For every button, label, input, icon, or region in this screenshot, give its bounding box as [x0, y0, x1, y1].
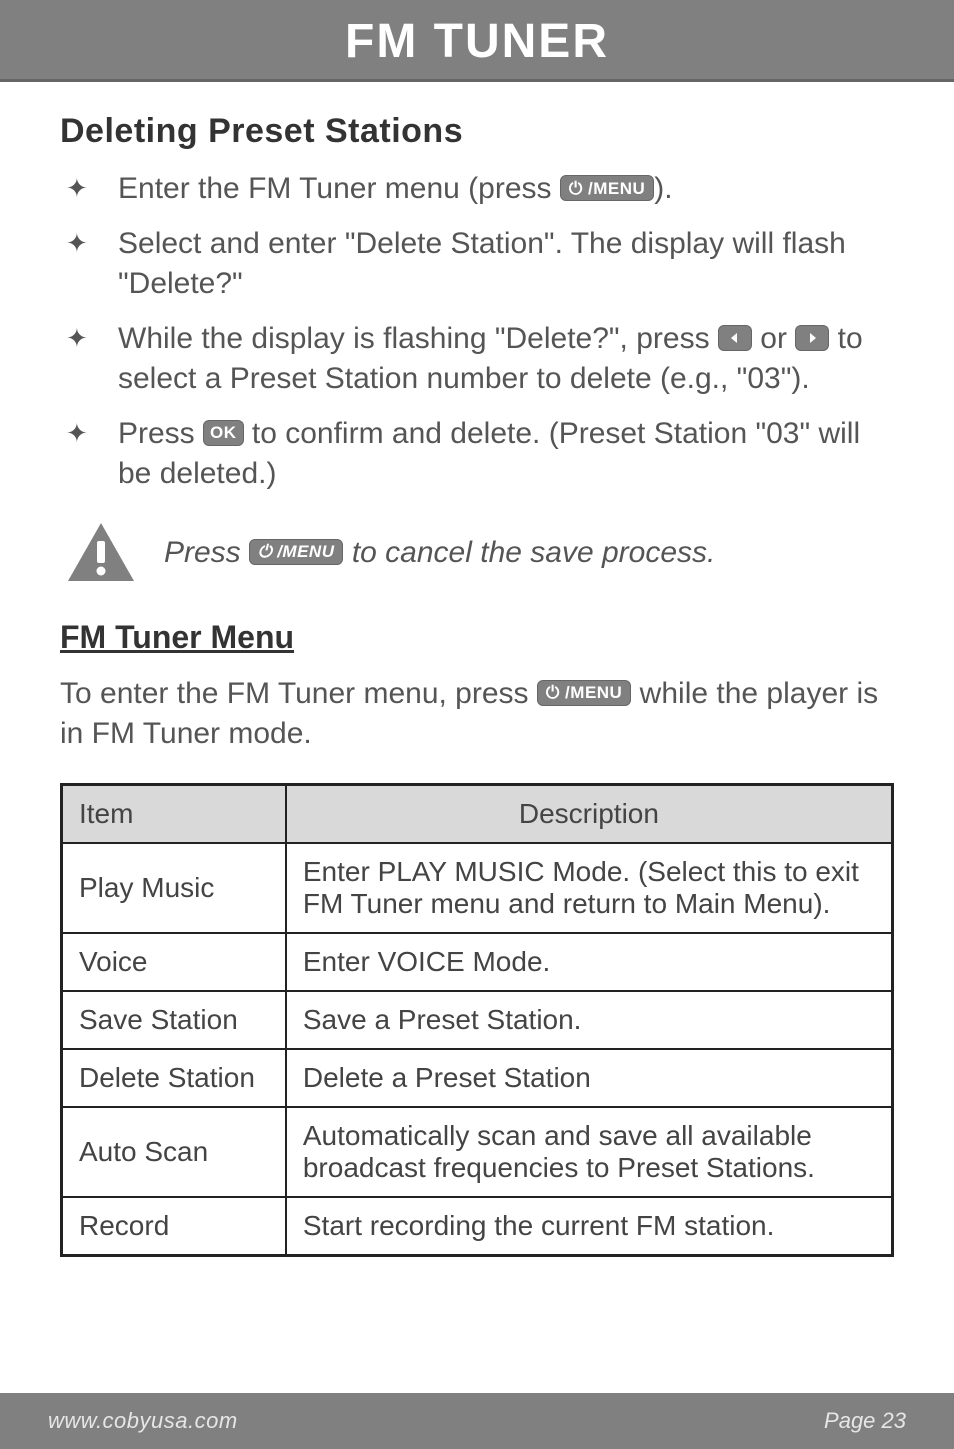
bullet-item: ✦ Select and enter "Delete Station". The… — [60, 224, 894, 305]
star-icon: ✦ — [60, 169, 118, 206]
text-fragment: ). — [654, 172, 672, 205]
cell-item: Save Station — [62, 991, 286, 1049]
bullet-text: While the display is flashing "Delete?",… — [118, 319, 894, 400]
cell-item: Auto Scan — [62, 1107, 286, 1197]
table-row: Record Start recording the current FM st… — [62, 1197, 893, 1256]
text-fragment: Press — [118, 417, 203, 450]
text-fragment: or — [752, 322, 795, 355]
text-fragment: To enter the FM Tuner menu, press — [60, 677, 537, 710]
cell-item: Delete Station — [62, 1049, 286, 1107]
cell-desc: Start recording the current FM station. — [286, 1197, 893, 1256]
table-row: Play Music Enter PLAY MUSIC Mode. (Selec… — [62, 843, 893, 933]
left-key-icon — [718, 325, 752, 351]
page-header: FM TUNER — [0, 0, 954, 82]
warning-icon — [66, 521, 136, 585]
power-menu-key-icon: ⏻ /MENU — [560, 175, 654, 201]
footer-bar: www.cobyusa.com Page 23 — [0, 1393, 954, 1449]
cell-desc: Delete a Preset Station — [286, 1049, 893, 1107]
note-text: Press ⏻ /MENU to cancel the save process… — [164, 536, 715, 570]
cell-item: Play Music — [62, 843, 286, 933]
cell-desc: Automatically scan and save all availabl… — [286, 1107, 893, 1197]
star-icon: ✦ — [60, 414, 118, 451]
bullet-text: Enter the FM Tuner menu (press ⏻ /MENU). — [118, 169, 894, 210]
text-fragment: While the display is flashing "Delete?",… — [118, 322, 718, 355]
table-header-row: Item Description — [62, 784, 893, 843]
bullet-text: Press OK to confirm and delete. (Preset … — [118, 414, 894, 495]
footer-page: Page 23 — [824, 1408, 906, 1434]
text-fragment: to cancel the save process. — [343, 536, 715, 569]
star-icon: ✦ — [60, 224, 118, 261]
bullet-text: Select and enter "Delete Station". The d… — [118, 224, 894, 305]
cell-desc: Enter VOICE Mode. — [286, 933, 893, 991]
cell-item: Voice — [62, 933, 286, 991]
menu-table: Item Description Play Music Enter PLAY M… — [60, 783, 894, 1257]
key-label: OK — [210, 424, 237, 441]
cell-desc: Save a Preset Station. — [286, 991, 893, 1049]
bullet-list: ✦ Enter the FM Tuner menu (press ⏻ /MENU… — [60, 169, 894, 495]
section-heading-fm-menu: FM Tuner Menu — [60, 619, 894, 656]
text-fragment: Enter the FM Tuner menu (press — [118, 172, 560, 205]
key-label: ⏻ /MENU — [546, 684, 622, 701]
power-menu-key-icon: ⏻ /MENU — [249, 539, 343, 565]
text-fragment: Press — [164, 536, 249, 569]
table-row: Voice Enter VOICE Mode. — [62, 933, 893, 991]
star-icon: ✦ — [60, 319, 118, 356]
bullet-item: ✦ While the display is flashing "Delete?… — [60, 319, 894, 400]
subheading-deleting: Deleting Preset Stations — [60, 112, 894, 151]
key-label: ⏻ /MENU — [258, 543, 334, 560]
cell-item: Record — [62, 1197, 286, 1256]
table-row: Save Station Save a Preset Station. — [62, 991, 893, 1049]
key-label: ⏻ /MENU — [569, 180, 645, 197]
power-menu-key-icon: ⏻ /MENU — [537, 680, 631, 706]
bullet-item: ✦ Press OK to confirm and delete. (Prese… — [60, 414, 894, 495]
note-row: Press ⏻ /MENU to cancel the save process… — [66, 521, 894, 585]
bullet-item: ✦ Enter the FM Tuner menu (press ⏻ /MENU… — [60, 169, 894, 210]
content-area: Deleting Preset Stations ✦ Enter the FM … — [0, 82, 954, 1257]
page-title: FM TUNER — [345, 15, 609, 68]
intro-text: To enter the FM Tuner menu, press ⏻ /MEN… — [60, 674, 894, 755]
cell-desc: Enter PLAY MUSIC Mode. (Select this to e… — [286, 843, 893, 933]
footer-url: www.cobyusa.com — [48, 1408, 238, 1434]
table-row: Delete Station Delete a Preset Station — [62, 1049, 893, 1107]
table-row: Auto Scan Automatically scan and save al… — [62, 1107, 893, 1197]
col-header-desc: Description — [286, 784, 893, 843]
right-key-icon — [795, 325, 829, 351]
ok-key-icon: OK — [203, 420, 244, 446]
col-header-item: Item — [62, 784, 286, 843]
